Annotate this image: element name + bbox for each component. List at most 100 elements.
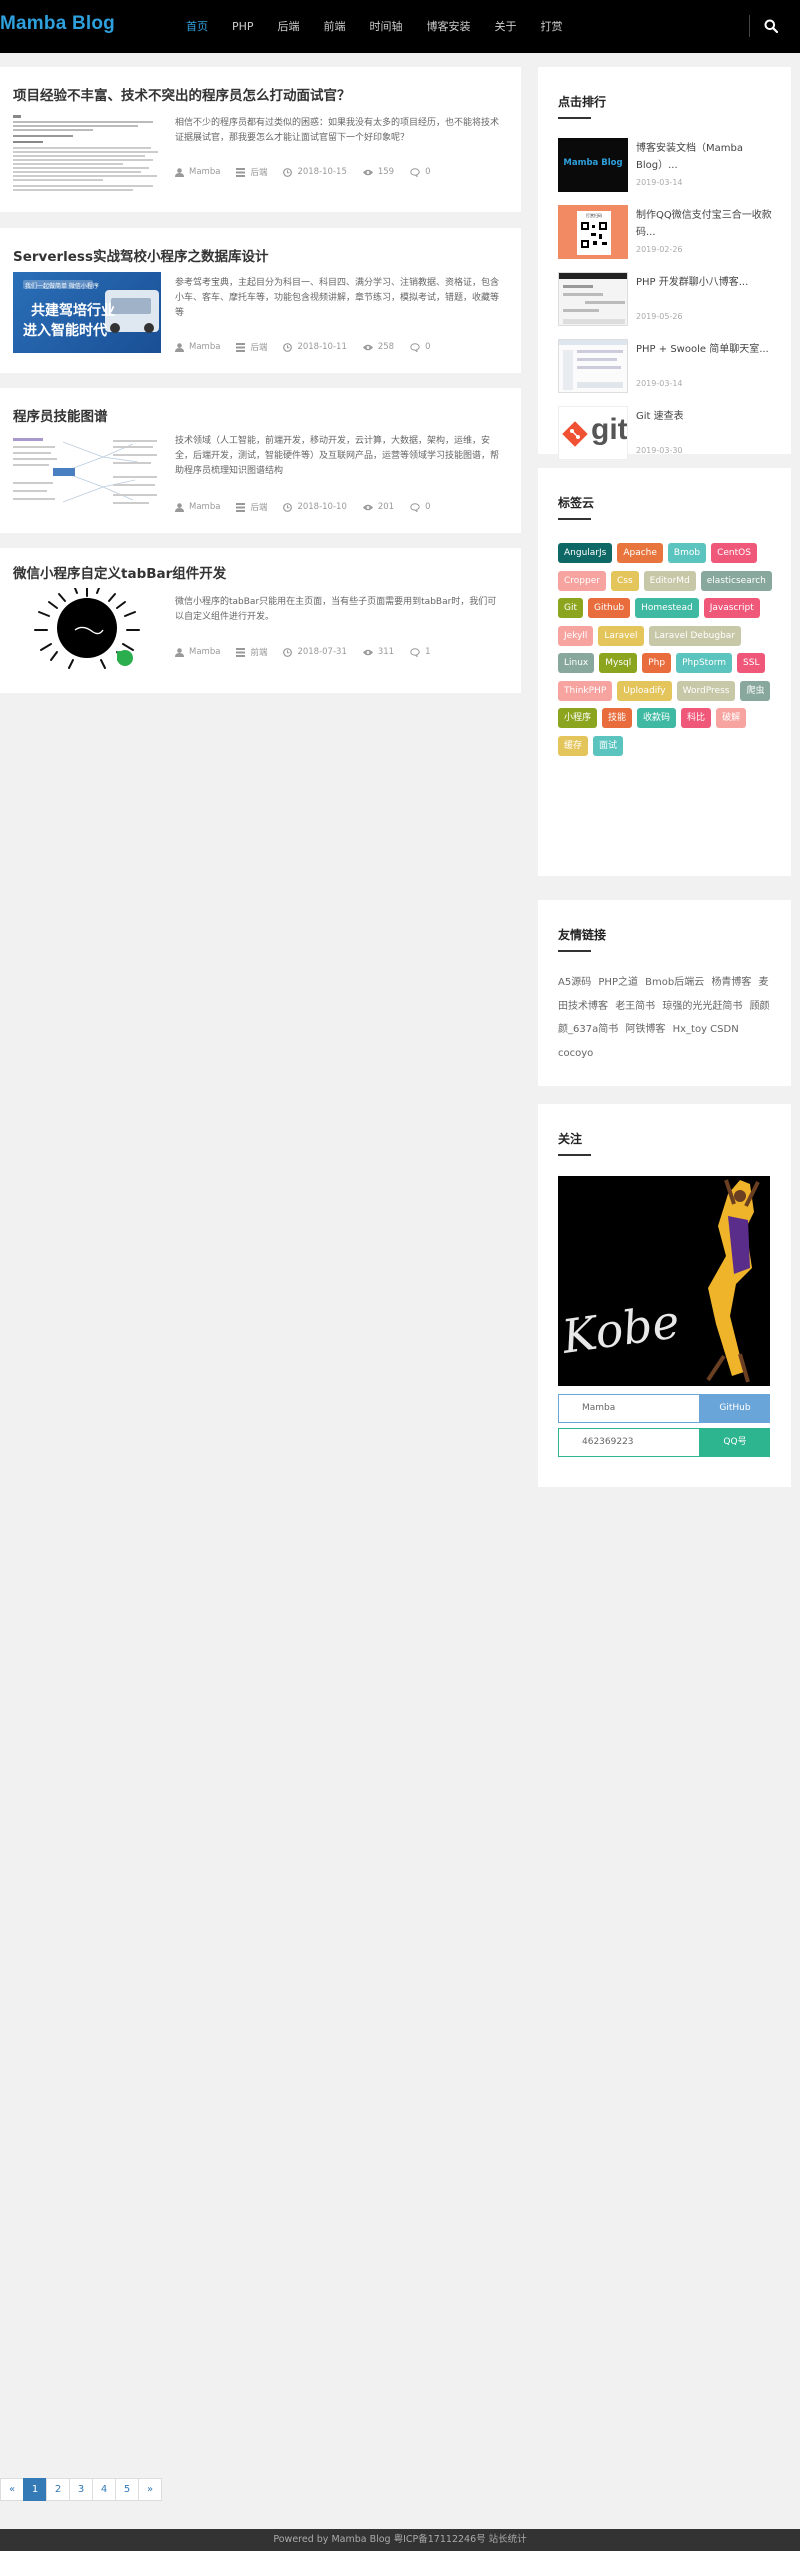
tag-item[interactable]: elasticsearch [700,570,772,591]
post-comments[interactable]: 0 [410,502,431,512]
friend-link[interactable]: Bmob后端云 [645,977,704,988]
tag-item[interactable]: Github [588,598,631,618]
tag-item[interactable]: Cropper [558,570,606,591]
tag-item[interactable]: CentOS [711,543,757,563]
nav-about[interactable]: 关于 [483,0,529,53]
nav-donate[interactable]: 打赏 [529,0,575,53]
widget-title: 标签云 [558,496,595,510]
kobe-image: Kobe [558,1176,770,1386]
nav-backend[interactable]: 后端 [266,0,312,53]
hot-post-item[interactable]: PHP + Swoole 简单聊天室... 2019-03-14 [558,339,778,395]
post-title[interactable]: 微信小程序自定义tabBar组件开发 [13,562,226,582]
site-logo[interactable]: Mamba Blog [0,13,115,35]
clock-icon [283,342,293,352]
nav-timeline[interactable]: 时间轴 [358,0,415,53]
tag-item[interactable]: ThinkPHP [558,680,613,701]
page-number-button[interactable]: 2 [46,2478,70,2501]
friend-link[interactable]: cocoyo [558,1048,593,1059]
tag-item[interactable]: 小程序 [558,708,598,728]
post-category[interactable]: 后端 [236,166,267,178]
nav-frontend[interactable]: 前端 [312,0,358,53]
friend-link[interactable]: 杨青博客 [711,977,751,988]
page-number-button[interactable]: 5 [115,2478,139,2501]
friend-link[interactable]: A5源码 [558,977,591,988]
post-title[interactable]: Serverless实战驾校小程序之数据库设计 [13,245,269,265]
widget-title: 友情链接 [558,928,607,942]
post-author[interactable]: Mamba [175,502,220,512]
qq-button[interactable]: QQ号 [700,1428,770,1457]
prev-page-button[interactable]: « [0,2478,24,2501]
post-comments[interactable]: 0 [410,167,431,177]
page-number-button[interactable]: 1 [23,2478,47,2501]
friend-link[interactable]: 阿铁博客 [625,1024,665,1035]
hot-post-date: 2019-02-26 [636,245,683,254]
post-title[interactable]: 项目经验不丰富、技术不突出的程序员怎么打动面试官？ [13,84,351,104]
post-category[interactable]: 后端 [236,341,267,353]
tag-item[interactable]: Linux [558,653,595,673]
search-icon[interactable] [764,19,778,33]
post-comments[interactable]: 0 [410,342,431,352]
post-thumbnail[interactable] [13,432,161,513]
post-comments-count: 0 [425,502,431,512]
tag-item[interactable]: WordPress [676,680,736,701]
post-title[interactable]: 程序员技能图谱 [13,405,108,425]
friend-link[interactable]: PHP之道 [598,977,638,988]
tag-item[interactable]: 破解 [716,708,747,728]
eye-icon [362,649,373,655]
hot-post-item[interactable]: git Git 速查表 2019-03-30 [558,406,778,462]
friend-link[interactable]: 老王简书 [615,1001,655,1012]
post-thumbnail[interactable] [13,113,161,194]
category-icon [236,342,246,352]
tag-item[interactable]: AngularJs [558,543,613,563]
hot-post-item[interactable]: 打赏扫码 制作QQ微信支付宝三合一收款码... 2019-02-26 [558,205,778,261]
next-page-button[interactable]: » [138,2478,162,2501]
comment-icon [410,342,420,352]
hot-post-thumbnail: git [558,406,628,460]
tag-item[interactable]: 缓存 [558,735,589,756]
nav-php[interactable]: PHP [220,0,266,53]
nav-home[interactable]: 首页 [174,0,220,53]
post-author[interactable]: Mamba [175,342,220,352]
tag-item[interactable]: Homestead [635,598,699,618]
tag-item[interactable]: Uploadify [617,680,672,701]
tag-item[interactable]: Jekyll [558,625,594,646]
hot-post-item[interactable]: PHP 开发群聊小八博客... 2019-05-26 [558,272,778,328]
github-button[interactable]: GitHub [700,1394,770,1423]
page-number-button[interactable]: 4 [92,2478,116,2501]
tag-item[interactable]: Bmob [667,543,707,563]
page-number-button[interactable]: 3 [69,2478,93,2501]
friend-link[interactable]: 琼强的光光赶简书 [662,1001,742,1012]
post-category[interactable]: 后端 [236,501,267,513]
post-author[interactable]: Mamba [175,647,220,657]
tag-item[interactable]: Laravel [598,625,644,646]
user-icon [175,167,184,177]
nav-install[interactable]: 博客安装 [415,0,483,53]
tag-item[interactable]: EditorMd [643,570,696,591]
post-category[interactable]: 前端 [236,646,267,658]
hot-thumb-text: Mamba Blog [563,158,623,168]
tag-item[interactable]: Mysql [599,653,638,673]
post-thumbnail[interactable]: 我们一起做简单 微信小程序 共建驾培行业 进入智能时代 [13,272,161,353]
tag-item[interactable]: Apache [617,543,663,563]
tag-item[interactable]: Css [610,570,639,591]
post-author-name: Mamba [189,502,221,512]
tag-item[interactable]: 爬虫 [740,680,771,701]
tag-item[interactable]: Laravel Debugbar [648,625,742,646]
tag-item[interactable]: 面试 [593,735,624,756]
hot-post-item[interactable]: Mamba Blog 博客安装文档（Mamba Blog）... 2019-03… [558,138,778,194]
tag-item[interactable]: 收款码 [637,708,677,728]
tag-item[interactable]: Php [642,653,672,673]
post-comments[interactable]: 1 [410,647,431,657]
tag-item[interactable]: Git [558,598,584,618]
tag-item[interactable]: SSL [737,653,766,673]
friend-link[interactable]: Hx_toy CSDN [673,1024,739,1035]
tag-item[interactable]: PhpStorm [676,653,733,673]
post-thumbnail[interactable] [13,588,161,669]
hot-post-thumbnail [558,272,628,326]
post-excerpt: 技术领域（人工智能，前端开发，移动开发，云计算，大数据，架构，运维，安全，后端开… [175,436,500,476]
tag-item[interactable]: 技能 [602,708,633,728]
post-author[interactable]: Mamba [175,167,220,177]
tag-item[interactable]: 科比 [681,708,712,728]
post-date: 2018-07-31 [283,647,347,657]
tag-item[interactable]: Javascript [703,598,760,618]
